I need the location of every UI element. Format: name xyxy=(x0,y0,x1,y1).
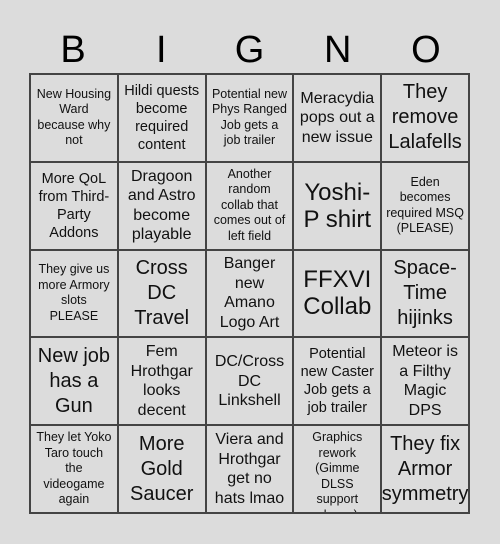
bingo-cell[interactable]: Meteor is a Filthy Magic DPS xyxy=(381,337,469,426)
bingo-cell[interactable]: They let Yoko Taro touch the videogame a… xyxy=(30,425,118,513)
bingo-cell-center[interactable]: Banger new Amano Logo Art xyxy=(205,249,294,338)
bingo-cell[interactable]: Space-Time hijinks xyxy=(381,249,469,338)
bingo-cell[interactable]: More QoL from Third-Party Addons xyxy=(30,161,118,250)
header-letter-g: G xyxy=(234,29,265,71)
bingo-cell[interactable]: Eden becomes required MSQ (PLEASE) xyxy=(381,161,469,250)
bingo-cell[interactable]: New Housing Ward because why not xyxy=(30,74,118,162)
bingo-cell[interactable]: More Gold Saucer xyxy=(117,425,206,513)
bingo-cell[interactable]: Viera and Hrothgar get no hats lmao xyxy=(205,425,294,513)
bingo-cell[interactable]: They fix Armor symmetry xyxy=(381,425,469,513)
bingo-cell[interactable]: DC/Cross DC Linkshell xyxy=(205,337,294,426)
bingo-header: B I G N O xyxy=(29,28,470,73)
bingo-cell[interactable]: Info on Graphics rework (Gimme DLSS supp… xyxy=(293,425,382,513)
bingo-cell[interactable]: Cross DC Travel xyxy=(117,249,206,338)
header-letter-n: N xyxy=(323,29,352,71)
bingo-cell[interactable]: Potential new Caster Job gets a job trai… xyxy=(293,337,382,426)
bingo-cell[interactable]: Meracydia pops out a new issue xyxy=(293,74,382,162)
bingo-cell[interactable]: They give us more Armory slots PLEASE xyxy=(30,249,118,338)
bingo-cell[interactable]: They remove Lalafells xyxy=(381,74,469,162)
bingo-cell[interactable]: New job has a Gun xyxy=(30,337,118,426)
bingo-cell[interactable]: Yoshi-P shirt xyxy=(293,161,382,250)
bingo-board: New Housing Ward because why not Hildi q… xyxy=(29,73,470,514)
bingo-cell[interactable]: FFXVI Collab xyxy=(293,249,382,338)
bingo-cell[interactable]: Potential new Phys Ranged Job gets a job… xyxy=(205,74,294,162)
bingo-cell[interactable]: Another random collab that comes out of … xyxy=(205,161,294,250)
bingo-cell[interactable]: Dragoon and Astro become playable xyxy=(117,161,206,250)
bingo-cell[interactable]: Fem Hrothgar looks decent xyxy=(117,337,206,426)
header-letter-o: O xyxy=(411,29,441,71)
header-letter-i: I xyxy=(156,29,167,71)
header-letter-b: B xyxy=(60,29,86,71)
bingo-cell[interactable]: Hildi quests become required content xyxy=(117,74,206,162)
